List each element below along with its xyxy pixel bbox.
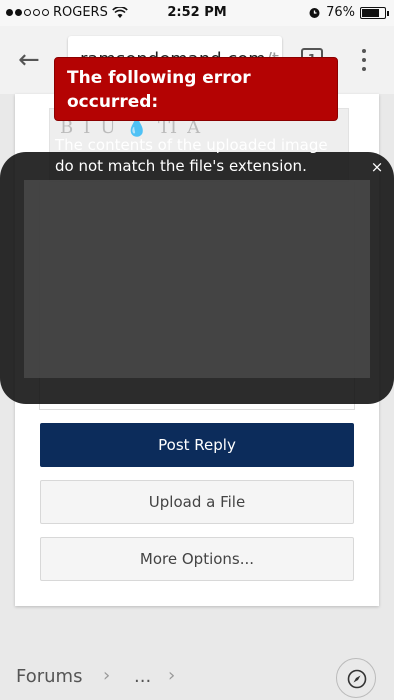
more-options-button[interactable]: More Options... — [40, 537, 354, 581]
breadcrumb-ellipsis-link[interactable]: ... — [134, 666, 151, 687]
battery-icon — [360, 6, 389, 19]
status-bar: ROGERS 2:52 PM 76% — [0, 0, 394, 26]
battery-percent: 76% — [326, 5, 355, 20]
upload-file-button[interactable]: Upload a File — [40, 480, 354, 524]
chevron-right-icon: › — [103, 665, 111, 686]
post-reply-button[interactable]: Post Reply — [40, 423, 354, 467]
error-title: The following error occurred: — [54, 57, 338, 121]
compass-button[interactable] — [336, 658, 376, 698]
error-message: The contents of the uploaded image do no… — [55, 136, 328, 175]
error-dialog — [24, 180, 370, 378]
close-icon[interactable]: × — [368, 158, 386, 176]
alarm-icon — [309, 8, 320, 18]
back-arrow-icon[interactable]: ← — [18, 46, 48, 76]
compass-icon — [347, 669, 367, 689]
error-overlay: × — [0, 152, 394, 404]
chevron-right-icon: › — [168, 665, 176, 686]
breadcrumb: Forums › ... › — [0, 650, 394, 700]
breadcrumb-forums-link[interactable]: Forums — [16, 666, 82, 687]
overflow-menu-icon[interactable] — [356, 46, 372, 74]
